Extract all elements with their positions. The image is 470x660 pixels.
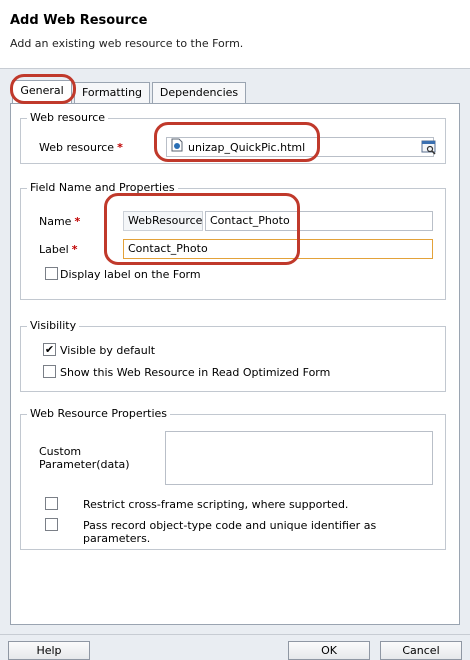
web-resource-properties-section: Web Resource Properties Custom Parameter… — [20, 407, 446, 550]
visible-by-default-checkbox[interactable]: ✔ — [43, 343, 56, 356]
name-prefix: WebResource_ — [123, 211, 203, 231]
pass-record-checkbox[interactable] — [45, 518, 58, 531]
dialog-content: General Formatting Dependencies Web reso… — [0, 68, 470, 634]
tab-general[interactable]: General — [12, 80, 72, 104]
dialog-subtitle: Add an existing web resource to the Form… — [10, 37, 244, 50]
name-label-text: Name — [39, 215, 72, 228]
general-panel: Web resource Web resource * unizap_QuickP… — [10, 103, 460, 625]
label-label: Label * — [39, 243, 77, 256]
field-properties-legend: Field Name and Properties — [27, 181, 178, 194]
name-label: Name * — [39, 215, 80, 228]
web-resource-lookup-field[interactable]: unizap_QuickPic.html — [166, 137, 434, 157]
web-resource-label-text: Web resource — [39, 141, 115, 154]
dialog-title: Add Web Resource — [10, 13, 148, 28]
display-label-checkbox[interactable] — [45, 267, 58, 280]
required-marker: * — [71, 243, 78, 256]
visibility-legend: Visibility — [27, 319, 80, 332]
visible-by-default-text: Visible by default — [60, 344, 156, 357]
field-properties-section: Field Name and Properties Name * WebResou… — [20, 181, 446, 300]
help-button[interactable]: Help — [8, 641, 90, 660]
required-marker: * — [74, 215, 81, 228]
custom-parameter-label: Custom Parameter(data) — [39, 445, 130, 471]
cancel-button[interactable]: Cancel — [380, 641, 462, 660]
web-resource-properties-legend: Web Resource Properties — [27, 407, 171, 420]
dialog-footer: Help OK Cancel — [0, 634, 470, 660]
web-resource-label: Web resource * — [39, 141, 123, 154]
custom-parameter-field[interactable] — [165, 431, 433, 485]
read-optimized-checkbox[interactable] — [43, 365, 56, 378]
display-label-text: Display label on the Form — [60, 268, 201, 281]
ok-button[interactable]: OK — [288, 641, 370, 660]
web-resource-value: unizap_QuickPic.html — [188, 141, 306, 154]
web-resource-section: Web resource Web resource * unizap_QuickP… — [20, 111, 446, 164]
tab-formatting[interactable]: Formatting — [74, 82, 150, 104]
name-field[interactable]: Contact_Photo — [205, 211, 433, 231]
read-optimized-text: Show this Web Resource in Read Optimized… — [60, 366, 331, 379]
web-page-icon — [171, 138, 183, 156]
required-marker: * — [117, 141, 123, 154]
label-field[interactable]: Contact_Photo — [123, 239, 433, 259]
web-resource-legend: Web resource — [27, 111, 109, 124]
pass-record-text: Pass record object-type code and unique … — [83, 519, 377, 545]
restrict-cross-frame-checkbox[interactable] — [45, 497, 58, 510]
label-label-text: Label — [39, 243, 69, 256]
dialog-header: Add Web Resource Add an existing web res… — [0, 0, 470, 68]
tab-dependencies[interactable]: Dependencies — [152, 82, 246, 104]
visibility-section: Visibility ✔ Visible by default Show thi… — [20, 319, 446, 392]
lookup-icon[interactable] — [421, 139, 437, 155]
restrict-cross-frame-text: Restrict cross-frame scripting, where su… — [83, 498, 349, 511]
